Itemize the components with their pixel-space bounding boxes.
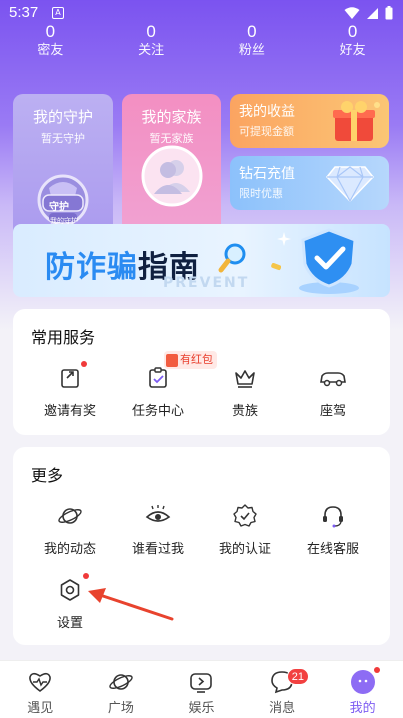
stat-friends[interactable]: 0 好友 xyxy=(302,22,403,64)
shield-check-icon xyxy=(299,228,359,294)
stat-fans[interactable]: 0 粉丝 xyxy=(202,22,303,64)
section-title: 常用服务 xyxy=(31,328,96,347)
banner-watermark: PREVENT xyxy=(163,275,250,291)
more-my-verification[interactable]: 我的认证 xyxy=(201,503,289,557)
planet-icon xyxy=(57,503,83,529)
battery-icon xyxy=(385,6,393,20)
crown-icon xyxy=(232,365,258,391)
stat-label: 粉丝 xyxy=(238,43,265,58)
notification-dot xyxy=(373,667,380,673)
profile-icon xyxy=(350,667,380,695)
signal-icon xyxy=(367,7,378,19)
profile-stats: 0 密友 0 关注 0 粉丝 0 好友 xyxy=(0,22,403,64)
notification-dot xyxy=(81,361,87,367)
bottom-tab-bar: 遇见 广场 娱乐 21 消息 我的 xyxy=(0,660,403,718)
section-title: 更多 xyxy=(31,466,64,485)
card-title: 钻石充值 xyxy=(239,166,295,182)
stat-label: 关注 xyxy=(138,43,165,58)
service-label: 座驾 xyxy=(319,404,346,419)
tab-me[interactable]: 我的 xyxy=(322,661,403,718)
gift-box-icon xyxy=(333,101,380,141)
more-label: 谁看过我 xyxy=(131,542,184,557)
tab-label: 消息 xyxy=(269,701,296,716)
service-nobility[interactable]: 贵族 xyxy=(201,365,289,419)
more-label: 我的认证 xyxy=(218,542,271,557)
status-time: 5:37 xyxy=(9,4,39,21)
tab-square[interactable]: 广场 xyxy=(81,661,162,718)
stat-number: 0 xyxy=(146,22,156,41)
service-label: 任务中心 xyxy=(131,404,184,419)
notification-dot xyxy=(83,573,89,579)
more-who-viewed-me[interactable]: 谁看过我 xyxy=(114,503,202,557)
invite-icon xyxy=(57,361,87,391)
banner-title-part1: 防诈骗 xyxy=(45,250,138,285)
status-icons xyxy=(344,6,393,20)
more-label: 在线客服 xyxy=(306,542,359,557)
service-label: 邀请有奖 xyxy=(43,404,96,419)
stat-number: 0 xyxy=(347,22,358,41)
settings-icon xyxy=(57,573,89,603)
heart-pulse-icon xyxy=(27,669,53,695)
service-vehicle[interactable]: 座驾 xyxy=(289,365,377,419)
magnifier-icon xyxy=(218,243,246,273)
family-avatar-icon xyxy=(141,145,203,207)
more-label: 我的动态 xyxy=(43,542,96,557)
annotation-arrow-icon xyxy=(88,588,174,621)
card-subtitle: 暂无守护 xyxy=(41,132,85,145)
card-title: 我的家族 xyxy=(141,108,202,126)
tab-label: 广场 xyxy=(107,701,134,716)
car-icon xyxy=(320,365,346,391)
card-title: 我的守护 xyxy=(32,108,93,126)
eye-icon xyxy=(145,503,171,529)
tab-entertainment[interactable]: 娱乐 xyxy=(161,661,242,718)
sparkle-icon xyxy=(277,232,291,246)
service-task-center[interactable]: 任务中心 xyxy=(114,365,202,419)
medal-text: 守护 xyxy=(49,202,69,213)
stat-label: 好友 xyxy=(339,43,366,58)
card-subtitle: 可提现金额 xyxy=(239,125,294,138)
stat-close-friends[interactable]: 0 密友 xyxy=(0,22,101,64)
card-subtitle: 限时优惠 xyxy=(239,187,283,200)
diamond-recharge-card[interactable]: 钻石充值 限时优惠 xyxy=(230,156,389,210)
card-title: 我的收益 xyxy=(239,104,295,120)
wifi-icon xyxy=(344,6,360,19)
notification-icon: A xyxy=(52,7,64,19)
coin-icon xyxy=(271,263,281,271)
planet-icon xyxy=(108,669,134,695)
tab-label: 遇见 xyxy=(27,701,54,716)
more-online-support[interactable]: 在线客服 xyxy=(289,503,377,557)
tab-messages[interactable]: 21 消息 xyxy=(242,661,323,718)
headset-icon xyxy=(320,503,346,529)
stat-number: 0 xyxy=(247,22,257,41)
tab-label: 我的 xyxy=(349,701,376,716)
stat-number: 0 xyxy=(45,22,56,41)
service-invite[interactable]: 邀请有奖 xyxy=(26,361,114,419)
more-my-posts[interactable]: 我的动态 xyxy=(26,503,114,557)
badge-check-icon xyxy=(232,503,258,529)
anti-fraud-banner[interactable]: 防诈骗指南 PREVENT xyxy=(13,224,390,297)
task-icon xyxy=(145,365,171,391)
diamond-icon xyxy=(326,166,374,203)
tab-label: 娱乐 xyxy=(188,701,215,716)
stat-label: 密友 xyxy=(37,43,64,58)
tab-meet[interactable]: 遇见 xyxy=(0,661,81,718)
service-label: 贵族 xyxy=(231,404,258,419)
unread-badge: 21 xyxy=(286,668,310,685)
stat-following[interactable]: 0 关注 xyxy=(101,22,202,64)
my-income-card[interactable]: 我的收益 可提现金额 xyxy=(230,94,389,148)
play-icon xyxy=(188,669,214,695)
